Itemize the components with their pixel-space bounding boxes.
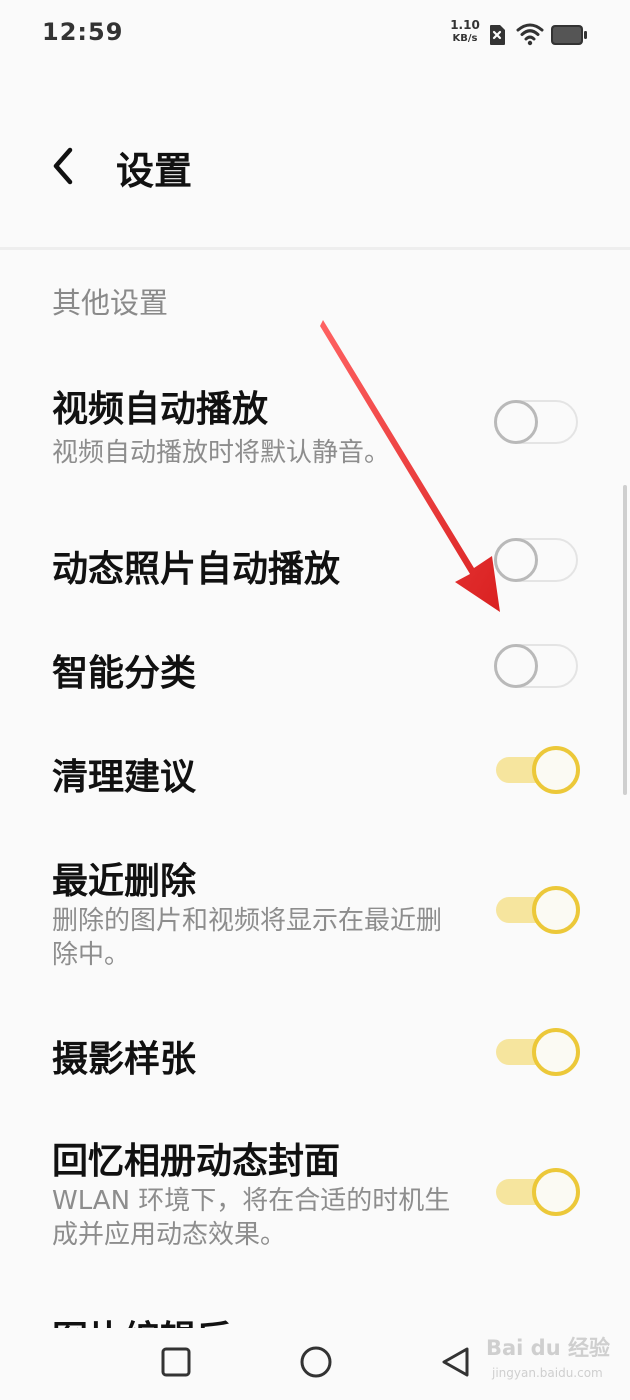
back-triangle-icon[interactable] xyxy=(436,1342,476,1382)
chevron-left-icon xyxy=(53,147,73,185)
setting-title: 清理建议 xyxy=(52,757,197,798)
setting-title: 视频自动播放 xyxy=(52,389,269,430)
setting-sample-photos[interactable]: 摄影样张 xyxy=(0,1028,630,1080)
setting-title: 回忆相册动态封面 xyxy=(52,1141,341,1182)
setting-cleanup-suggestions[interactable]: 清理建议 xyxy=(0,746,630,798)
setting-memories-dynamic-cover[interactable]: 回忆相册动态封面 WLAN 环境下，将在合适的时机生成并应用动态效果。 xyxy=(0,1132,630,1252)
toggle-switch[interactable] xyxy=(494,1168,580,1216)
sim-off-icon xyxy=(490,25,505,45)
header: 设置 xyxy=(0,100,630,248)
network-speed-value: 1.10 xyxy=(450,18,480,32)
setting-description: 删除的图片和视频将显示在最近删除中。 xyxy=(52,906,443,970)
setting-title: 摄影样张 xyxy=(52,1039,197,1080)
setting-video-autoplay[interactable]: 视频自动播放 视频自动播放时将默认静音。 xyxy=(0,380,630,470)
setting-title: 最近删除 xyxy=(52,861,197,902)
battery-icon xyxy=(551,25,587,45)
recents-square-icon[interactable] xyxy=(156,1342,196,1382)
watermark: Bai du 经验 jingyan.baidu.com xyxy=(486,1330,626,1388)
section-title: 其他设置 xyxy=(52,286,169,320)
toggle-switch[interactable] xyxy=(494,746,580,794)
back-button[interactable] xyxy=(40,142,88,190)
setting-smart-categories[interactable]: 智能分类 xyxy=(0,644,630,694)
status-bar: 12:59 1.10 KB/s xyxy=(0,0,630,70)
setting-title: 智能分类 xyxy=(52,653,197,694)
setting-recently-deleted[interactable]: 最近删除 删除的图片和视频将显示在最近删除中。 xyxy=(0,852,630,972)
toggle-switch[interactable] xyxy=(494,886,580,934)
header-divider xyxy=(0,247,630,250)
wifi-icon xyxy=(516,23,544,46)
toggle-switch[interactable] xyxy=(494,400,578,444)
toggle-switch[interactable] xyxy=(494,538,578,582)
toggle-switch[interactable] xyxy=(494,1028,580,1076)
page-title: 设置 xyxy=(116,149,193,193)
status-time: 12:59 xyxy=(42,18,124,46)
setting-description: 视频自动播放时将默认静音。 xyxy=(52,438,391,468)
setting-live-photo-autoplay[interactable]: 动态照片自动播放 xyxy=(0,538,630,590)
watermark-logo: Bai du 经验 xyxy=(486,1336,610,1360)
watermark-url: jingyan.baidu.com xyxy=(492,1366,603,1380)
setting-title: 动态照片自动播放 xyxy=(52,549,341,590)
network-speed-unit: KB/s xyxy=(452,33,478,44)
toggle-switch[interactable] xyxy=(494,644,578,688)
setting-description: WLAN 环境下，将在合适的时机生成并应用动态效果。 xyxy=(52,1186,451,1250)
home-circle-icon[interactable] xyxy=(296,1342,336,1382)
network-speed: 1.10 KB/s xyxy=(448,19,482,45)
